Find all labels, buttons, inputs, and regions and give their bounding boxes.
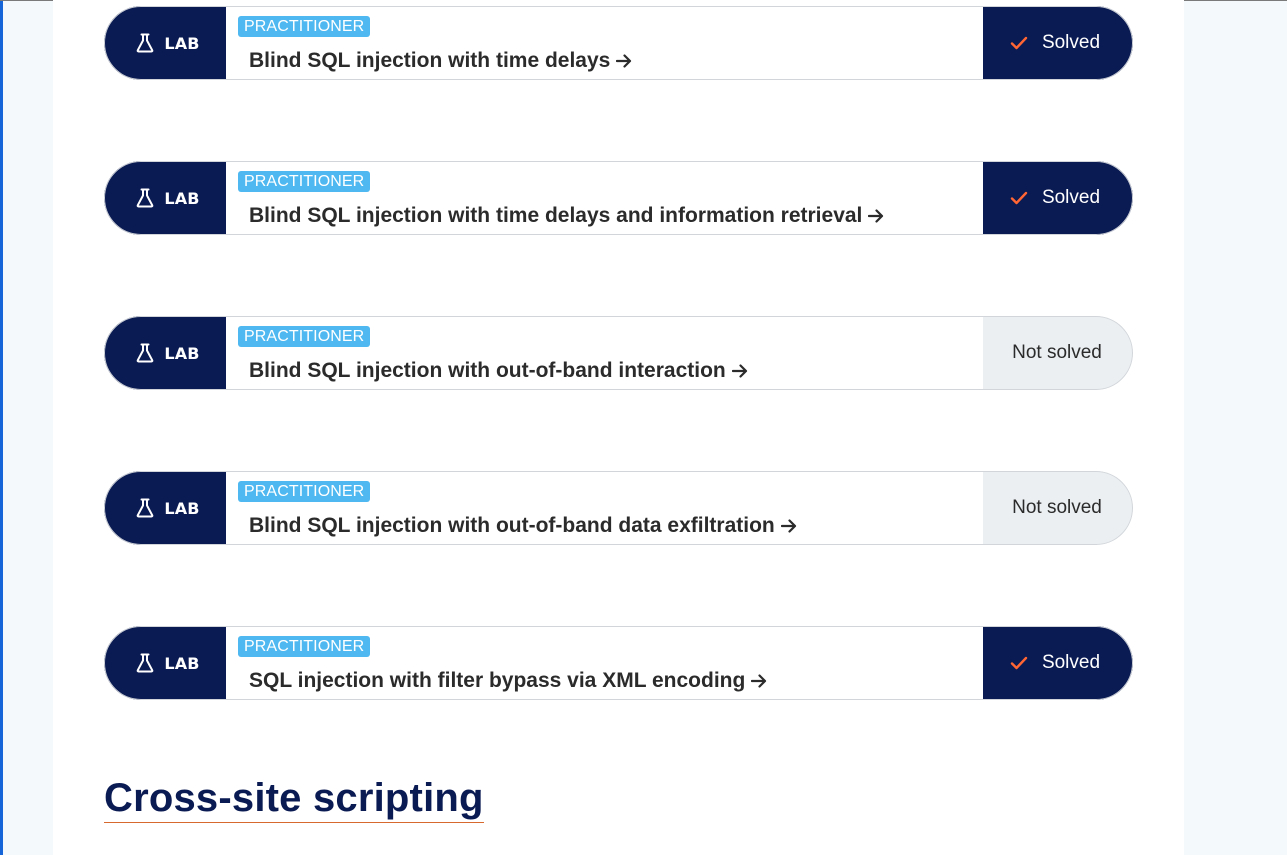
lab-row[interactable]: LAB PRACTITIONER SQL injection with filt… [104,626,1133,700]
status-label: Not solved [1012,342,1102,363]
status-solved: Solved [983,161,1133,235]
flask-icon [136,653,154,673]
status-label: Solved [1041,652,1101,673]
check-icon [1010,191,1028,205]
arrow-right-icon [731,364,748,378]
main-content [53,0,1184,855]
level-badge: PRACTITIONER [238,16,371,37]
lab-title-text: Blind SQL injection with out-of-band int… [249,359,726,382]
lab-title-link[interactable]: Blind SQL injection with out-of-band int… [249,359,748,383]
arrow-right-icon [868,209,884,223]
status-label: Solved [1041,32,1101,53]
check-icon [1010,36,1028,50]
lab-title-text: Blind SQL injection with out-of-band dat… [249,514,775,537]
lab-type-label: LAB [164,343,200,363]
lab-title-link[interactable]: Blind SQL injection with time delays and… [249,204,884,228]
lab-title-link[interactable]: SQL injection with filter bypass via XML… [249,669,767,693]
lab-body: PRACTITIONER Blind SQL injection with ou… [226,316,983,390]
lab-type-label: LAB [164,188,200,208]
lab-type-label: LAB [164,653,200,673]
lab-title-link[interactable]: Blind SQL injection with time delays [249,49,632,73]
flask-icon [136,188,154,208]
lab-body: PRACTITIONER Blind SQL injection with ti… [226,161,983,235]
level-badge: PRACTITIONER [238,636,371,657]
lab-row[interactable]: LAB PRACTITIONER Blind SQL injection wit… [104,161,1133,235]
lab-type-label: LAB [164,33,200,53]
lab-title-text: SQL injection with filter bypass via XML… [249,669,746,692]
arrow-right-icon [616,54,632,68]
level-badge: PRACTITIONER [238,481,371,502]
lab-type-label: LAB [164,498,200,518]
lab-title-text: Blind SQL injection with time delays and… [249,204,863,227]
section-heading: Cross-site scripting [104,774,484,823]
lab-type-pill: LAB [104,316,226,390]
left-accent-bar [0,0,3,855]
lab-type-pill: LAB [104,6,226,80]
lab-title-text: Blind SQL injection with time delays [249,49,611,72]
lab-row[interactable]: LAB PRACTITIONER Blind SQL injection wit… [104,316,1133,390]
flask-icon [136,343,154,363]
lab-body: PRACTITIONER Blind SQL injection with ti… [226,6,983,80]
lab-type-pill: LAB [104,626,226,700]
lab-body: PRACTITIONER Blind SQL injection with ou… [226,471,983,545]
lab-row[interactable]: LAB PRACTITIONER Blind SQL injection wit… [104,6,1133,80]
level-badge: PRACTITIONER [238,326,371,347]
status-solved: Solved [983,626,1133,700]
lab-type-pill: LAB [104,161,226,235]
level-badge: PRACTITIONER [238,171,371,192]
lab-body: PRACTITIONER SQL injection with filter b… [226,626,983,700]
check-icon [1010,656,1028,670]
lab-row[interactable]: LAB PRACTITIONER Blind SQL injection wit… [104,471,1133,545]
lab-title-link[interactable]: Blind SQL injection with out-of-band dat… [249,514,797,538]
status-not-solved: Not solved [983,471,1133,545]
status-not-solved: Not solved [983,316,1133,390]
flask-icon [136,498,154,518]
arrow-right-icon [751,674,767,688]
arrow-right-icon [780,519,797,533]
lab-type-pill: LAB [104,471,226,545]
status-label: Not solved [1012,497,1102,518]
status-label: Solved [1041,187,1101,208]
status-solved: Solved [983,6,1133,80]
flask-icon [136,33,154,53]
